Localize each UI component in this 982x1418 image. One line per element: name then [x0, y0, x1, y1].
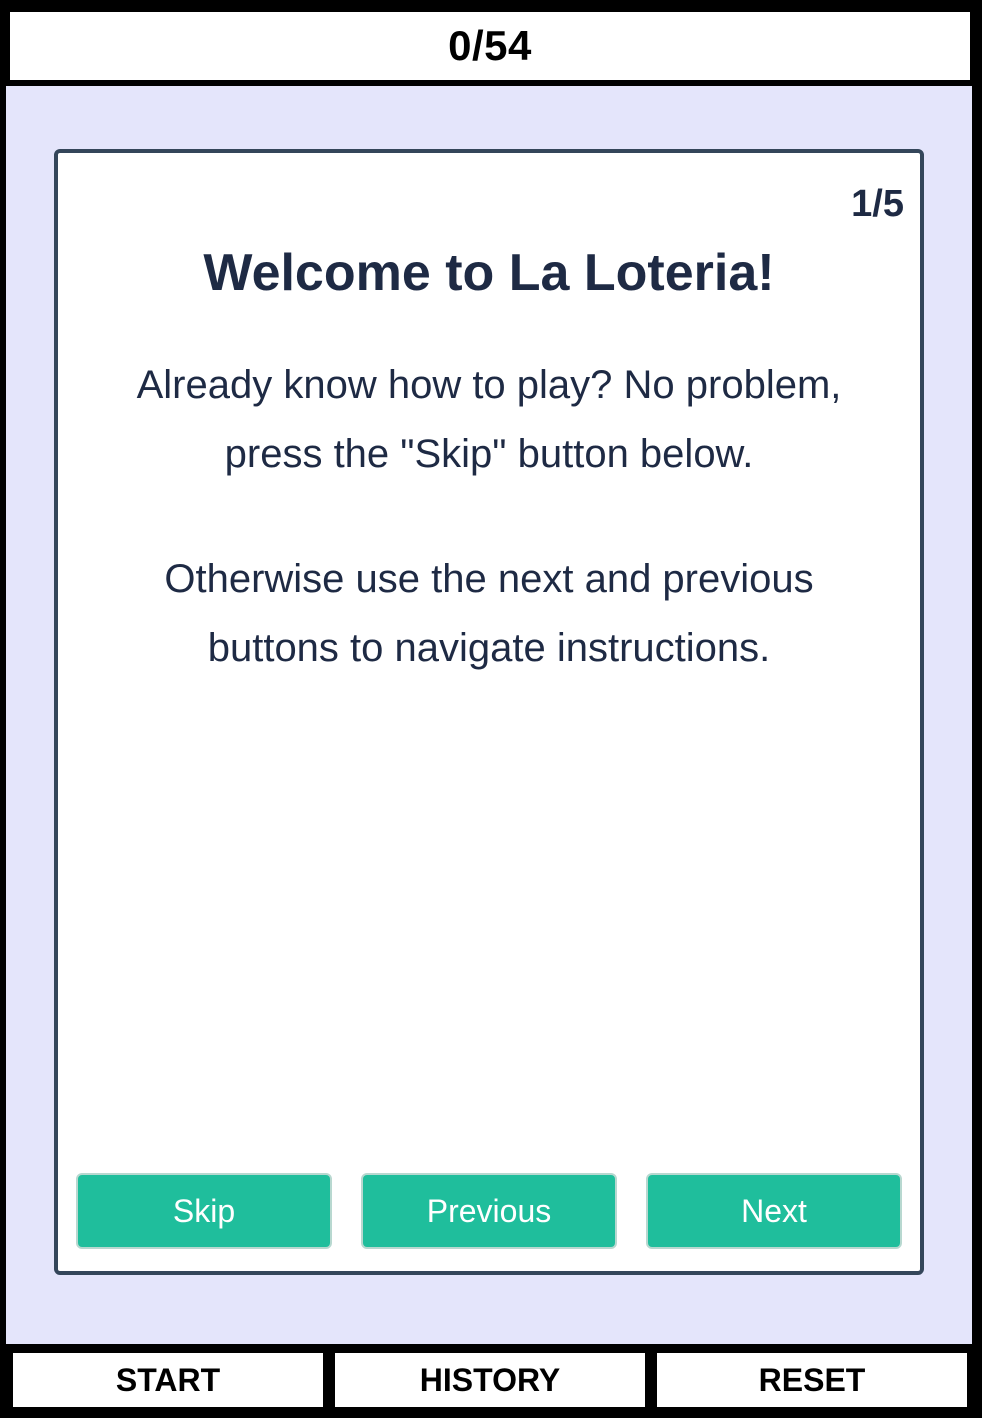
card-counter-bar: 0/54	[10, 12, 970, 80]
history-button[interactable]: HISTORY	[332, 1350, 648, 1410]
game-stage: 1/5 Welcome to La Loteria! Already know …	[6, 86, 972, 1344]
skip-button[interactable]: Skip	[76, 1173, 332, 1249]
reset-button[interactable]: RESET	[654, 1350, 970, 1410]
start-button[interactable]: START	[10, 1350, 326, 1410]
instructions-dialog: 1/5 Welcome to La Loteria! Already know …	[54, 149, 924, 1275]
instructions-body: Already know how to play? No problem, pr…	[98, 351, 880, 739]
next-button[interactable]: Next	[646, 1173, 902, 1249]
instructions-title: Welcome to La Loteria!	[203, 244, 775, 302]
instructions-paragraph: Already know how to play? No problem, pr…	[136, 363, 842, 476]
instructions-actions: Skip Previous Next	[76, 1173, 902, 1249]
bottom-nav: START HISTORY RESET	[10, 1350, 970, 1410]
app-frame: 0/54 1/5 Welcome to La Loteria! Already …	[0, 0, 982, 1418]
step-indicator: 1/5	[851, 183, 904, 225]
previous-button[interactable]: Previous	[361, 1173, 617, 1249]
card-counter: 0/54	[448, 22, 532, 69]
instructions-paragraph: Otherwise use the next and previous butt…	[164, 557, 814, 670]
